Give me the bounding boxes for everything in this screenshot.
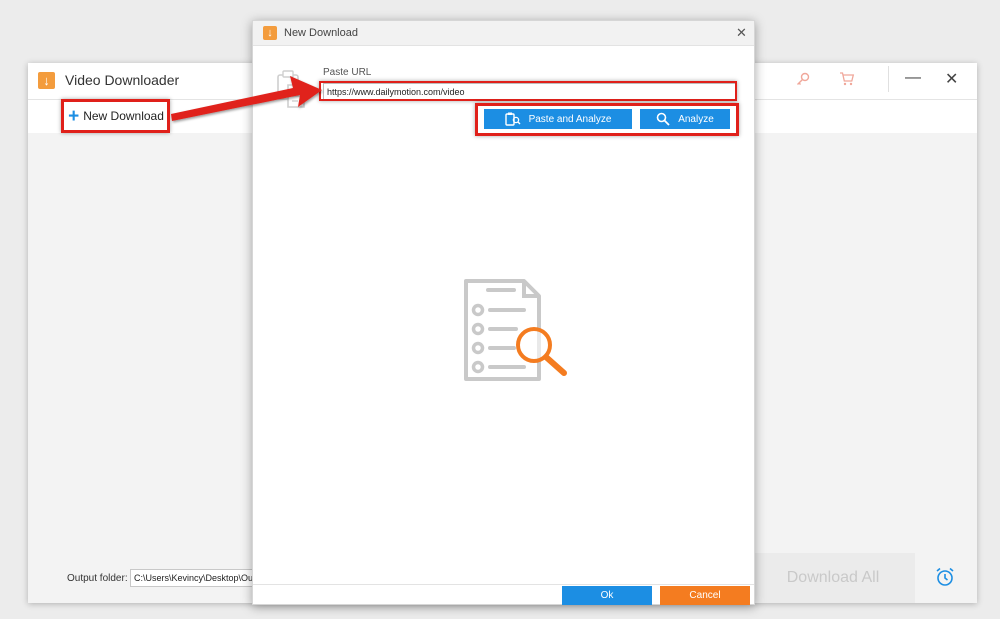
- minimize-icon[interactable]: —: [905, 69, 921, 87]
- paste-url-label: Paste URL: [323, 67, 372, 78]
- highlight-analyze-buttons: [475, 103, 739, 136]
- close-icon[interactable]: ✕: [736, 25, 747, 41]
- close-icon[interactable]: ✕: [945, 69, 958, 89]
- highlight-new-download: [61, 99, 170, 133]
- key-icon[interactable]: [795, 71, 811, 92]
- download-arrow-icon: ↓: [38, 72, 55, 89]
- download-arrow-icon: ↓: [263, 26, 277, 40]
- cancel-button[interactable]: Cancel: [660, 586, 750, 605]
- titlebar-separator: [888, 66, 889, 92]
- dialog-title: New Download: [284, 27, 358, 39]
- cart-icon[interactable]: [839, 71, 855, 92]
- document-search-icon: [458, 276, 570, 393]
- output-folder-label: Output folder:: [67, 573, 128, 584]
- paste-clipboard-icon: [276, 69, 308, 114]
- alarm-clock-icon[interactable]: [934, 566, 956, 588]
- dialog-footer: Ok Cancel: [253, 584, 754, 605]
- dialog-titlebar: ↓ New Download ✕: [253, 21, 754, 46]
- window-title: Video Downloader: [65, 72, 180, 88]
- download-all-button[interactable]: Download All: [751, 553, 915, 603]
- highlight-url-input: [319, 81, 737, 101]
- ok-button[interactable]: Ok: [562, 586, 652, 605]
